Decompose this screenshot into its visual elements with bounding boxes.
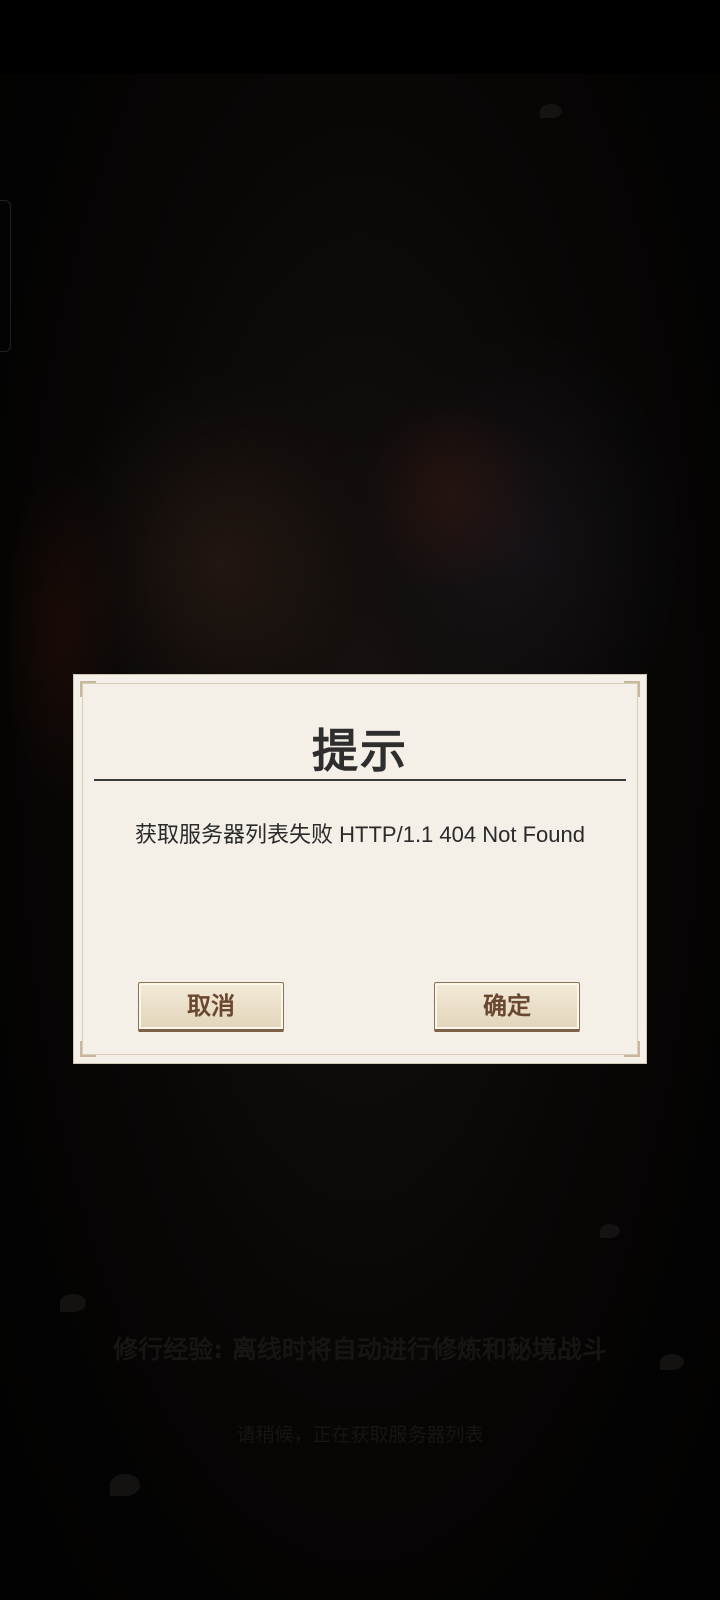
confirm-button[interactable]: 确定 (434, 982, 580, 1032)
dialog-title: 提示 (312, 724, 408, 778)
alert-dialog: 提示 获取服务器列表失败 HTTP/1.1 404 Not Found 取消 确… (73, 674, 647, 1064)
corner-ornament (624, 1041, 640, 1057)
corner-ornament (624, 681, 640, 697)
error-message: 获取服务器列表失败 HTTP/1.1 404 Not Found (135, 822, 585, 847)
cancel-button[interactable]: 取消 (138, 982, 284, 1032)
game-loading-screen: 修行经验: 离线时将自动进行修炼和秘境战斗 请稍候，正在获取服务器列表 提示 获… (0, 0, 720, 1600)
corner-ornament (80, 1041, 96, 1057)
corner-ornament (80, 681, 96, 697)
title-divider (94, 779, 626, 781)
